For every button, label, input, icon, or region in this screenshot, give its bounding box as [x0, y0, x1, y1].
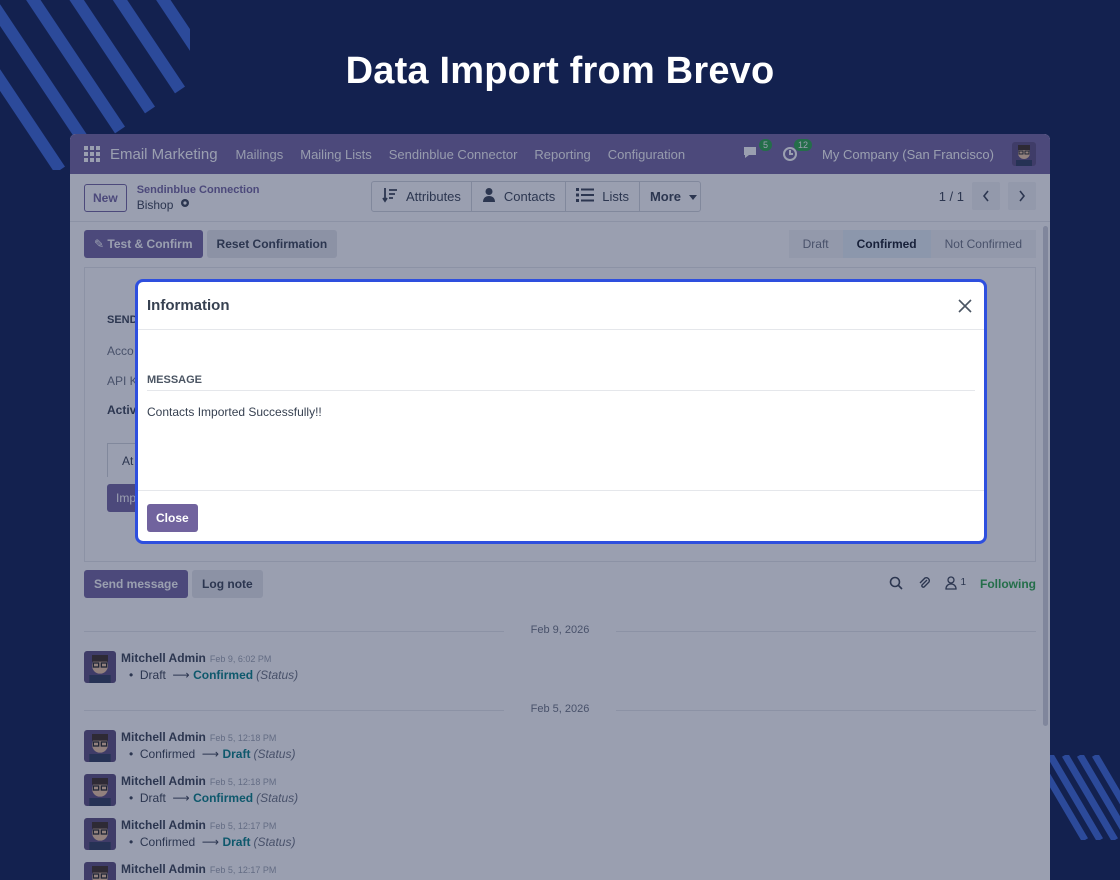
message-label: MESSAGE — [147, 374, 975, 391]
dialog-title: Information — [147, 297, 230, 314]
page-headline: Data Import from Brevo — [345, 50, 775, 92]
close-icon[interactable] — [955, 296, 975, 316]
message-text: Contacts Imported Successfully!! — [147, 405, 322, 419]
dialog-body: MESSAGE Contacts Imported Successfully!! — [138, 330, 984, 491]
decorative-stripes-bottom-right — [1045, 755, 1120, 840]
information-dialog: Information MESSAGE Contacts Imported Su… — [135, 279, 987, 544]
close-button[interactable]: Close — [147, 503, 198, 532]
dialog-header: Information — [138, 282, 984, 330]
dialog-footer: Close — [138, 491, 984, 541]
